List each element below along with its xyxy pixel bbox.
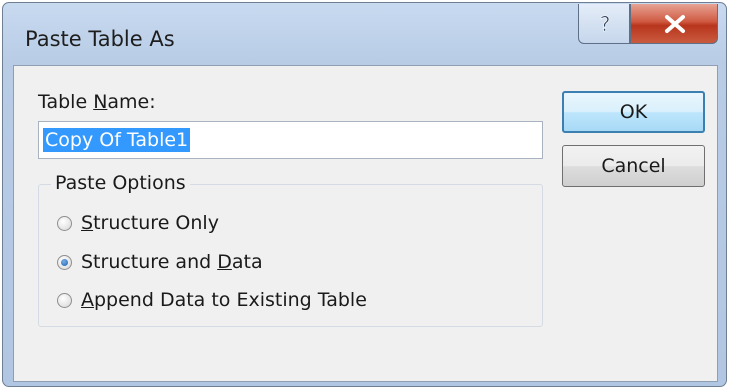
dialog-body: Table Name: Copy Of Table1 Paste Options… xyxy=(13,65,718,382)
help-icon: ? xyxy=(599,12,611,37)
close-icon xyxy=(665,15,685,33)
paste-options-title: Paste Options xyxy=(51,172,190,194)
help-button[interactable]: ? xyxy=(578,4,630,44)
radio-label: Structure and Data xyxy=(81,251,263,273)
radio-label: Structure Only xyxy=(81,212,219,234)
paste-options-group: Paste Options Structure Only Structure a… xyxy=(38,172,543,327)
table-name-value: Copy Of Table1 xyxy=(43,128,191,152)
radio-label: Append Data to Existing Table xyxy=(81,289,367,311)
dialog-window: Paste Table As ? Table Name: Copy Of Tab… xyxy=(2,2,727,387)
radio-button-selected[interactable] xyxy=(57,254,72,270)
close-button[interactable] xyxy=(630,4,718,44)
ok-button[interactable]: OK xyxy=(562,91,705,133)
table-name-label: Table Name: xyxy=(38,91,156,113)
cancel-button[interactable]: Cancel xyxy=(562,145,705,187)
svg-text:?: ? xyxy=(600,12,611,36)
table-name-input[interactable]: Copy Of Table1 xyxy=(38,121,543,159)
radio-button[interactable] xyxy=(57,292,72,308)
radio-button[interactable] xyxy=(57,215,72,231)
dialog-title: Paste Table As xyxy=(25,27,175,51)
radio-structure-and-data[interactable]: Structure and Data xyxy=(57,251,263,273)
radio-structure-only[interactable]: Structure Only xyxy=(57,212,219,234)
radio-append-data[interactable]: Append Data to Existing Table xyxy=(57,289,367,311)
